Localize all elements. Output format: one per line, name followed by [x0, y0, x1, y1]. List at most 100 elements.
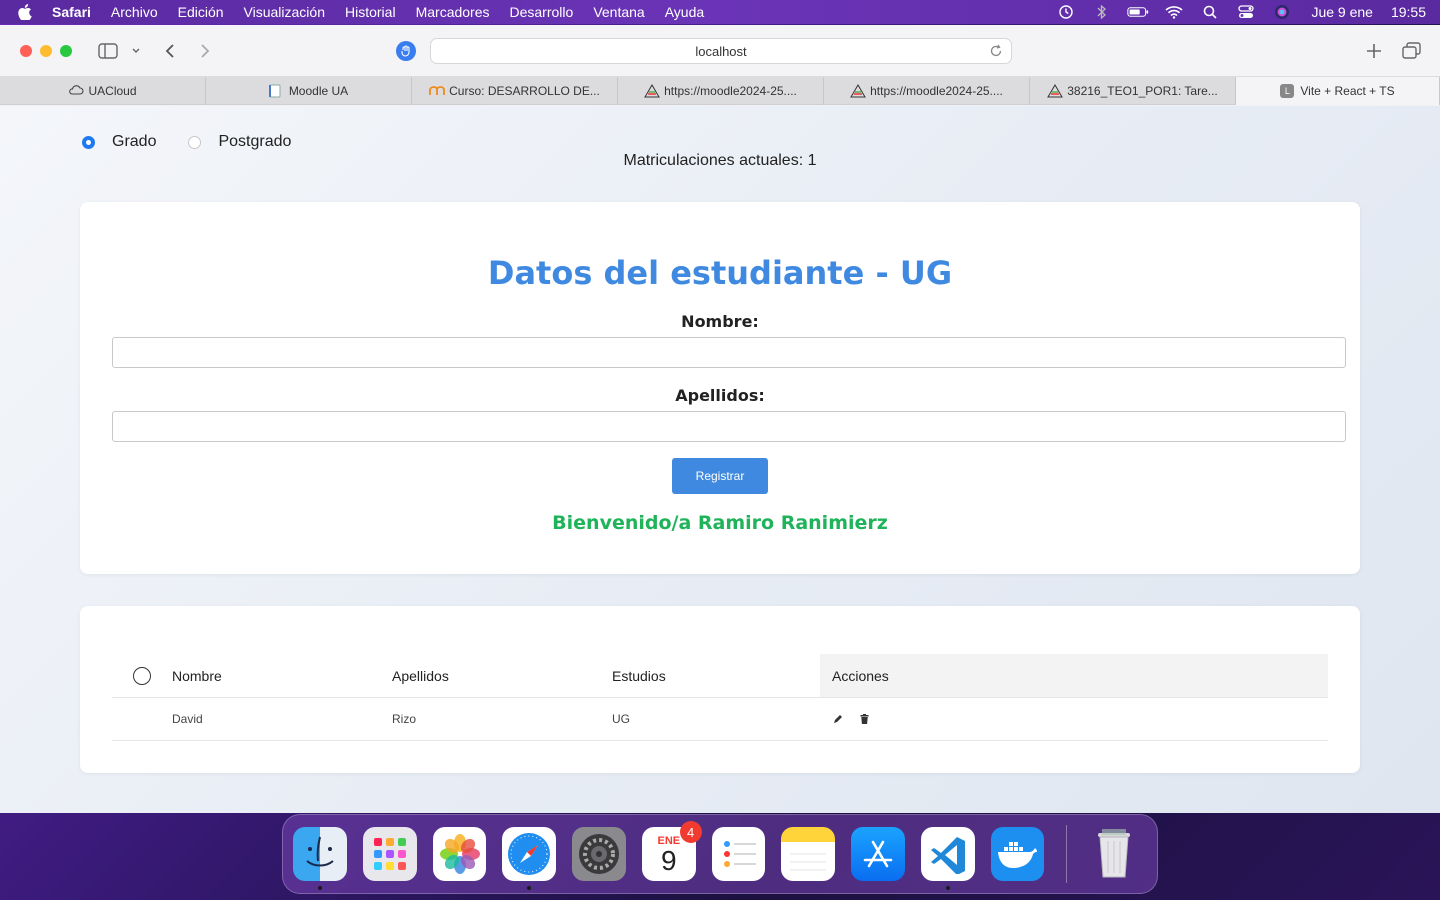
- apellidos-input[interactable]: [112, 411, 1346, 442]
- menu-historial[interactable]: Historial: [345, 4, 396, 20]
- bluetooth-icon[interactable]: [1091, 4, 1113, 20]
- dock-finder[interactable]: [293, 827, 347, 890]
- document-icon: [268, 84, 283, 98]
- menu-ayuda[interactable]: Ayuda: [665, 4, 704, 20]
- welcome-message: Bienvenido/a Ramiro Ranimierz: [552, 512, 888, 534]
- radio-grado-indicator[interactable]: [82, 135, 95, 149]
- running-indicator: [318, 886, 322, 890]
- running-indicator: [945, 886, 950, 890]
- dock-reminders[interactable]: [711, 827, 766, 881]
- cell-acciones: [820, 698, 1328, 740]
- privacy-shield-icon[interactable]: [396, 41, 416, 61]
- tab-label: UACloud: [88, 84, 137, 98]
- menu-edicion[interactable]: Edición: [178, 4, 224, 20]
- minimize-window-button[interactable]: [40, 44, 52, 57]
- menu-archivo[interactable]: Archivo: [111, 4, 158, 20]
- time-machine-icon[interactable]: [1055, 4, 1077, 20]
- dock-launchpad[interactable]: [363, 827, 417, 881]
- new-tab-button[interactable]: [1362, 39, 1386, 63]
- dock-photos[interactable]: [432, 827, 487, 881]
- back-button[interactable]: [158, 39, 182, 63]
- row-select-cell: [112, 698, 172, 740]
- gear-icon: [579, 834, 620, 874]
- cell-estudios: UG: [612, 712, 630, 726]
- window-controls: [20, 44, 72, 57]
- forward-button[interactable]: [193, 39, 217, 63]
- header-apellidos[interactable]: Apellidos: [392, 654, 612, 697]
- search-icon[interactable]: [1199, 4, 1221, 20]
- tab-overview-button[interactable]: [1400, 39, 1424, 63]
- nombre-input[interactable]: [112, 337, 1346, 368]
- compass-icon: [508, 833, 551, 875]
- vscode-icon: [930, 837, 965, 874]
- menubar-date[interactable]: Jue 9 ene: [1311, 4, 1373, 20]
- tab-moodle-2[interactable]: https://moodle2024-25....: [824, 77, 1030, 105]
- radio-postgrado-indicator[interactable]: [188, 135, 202, 149]
- menu-marcadores[interactable]: Marcadores: [416, 4, 490, 20]
- dock-app-store[interactable]: [851, 827, 905, 881]
- calendar-day: 9: [661, 845, 677, 876]
- page-content: Grado Postgrado Matriculaciones actuales…: [0, 106, 1440, 813]
- menubar-time[interactable]: 19:55: [1391, 4, 1426, 20]
- reminders-icon: [723, 841, 756, 867]
- dock-docker[interactable]: [990, 827, 1045, 881]
- siri-icon[interactable]: [1271, 4, 1293, 20]
- header-estudios[interactable]: Estudios: [612, 654, 820, 697]
- study-level-radio-group: Grado Postgrado: [82, 133, 323, 151]
- address-bar[interactable]: localhost: [430, 38, 1012, 64]
- dock-calendar[interactable]: ENE 9 4: [641, 821, 702, 881]
- dock-safari[interactable]: [502, 827, 557, 890]
- edit-icon[interactable]: [832, 713, 844, 725]
- table-row[interactable]: David Rizo UG: [112, 698, 1328, 741]
- sidebar-toggle-icon[interactable]: [96, 39, 120, 63]
- tab-uacloud[interactable]: UACloud: [0, 77, 206, 105]
- tab-curso-desarrollo[interactable]: Curso: DESARROLLO DE...: [412, 77, 618, 105]
- wifi-icon[interactable]: [1163, 4, 1185, 20]
- battery-icon[interactable]: [1127, 4, 1149, 20]
- apellidos-label: Apellidos:: [675, 386, 765, 405]
- address-text: localhost: [695, 43, 747, 59]
- chevron-down-icon[interactable]: [124, 39, 148, 63]
- reload-icon[interactable]: [989, 44, 1003, 58]
- tab-moodle-1[interactable]: https://moodle2024-25....: [618, 77, 824, 105]
- calendar-badge: 4: [679, 821, 702, 843]
- select-all-radio[interactable]: [133, 666, 151, 685]
- docker-whale-icon: [998, 842, 1038, 868]
- close-window-button[interactable]: [20, 44, 32, 57]
- tab-tarea[interactable]: 38216_TEO1_POR1: Tare...: [1030, 77, 1236, 105]
- radio-postgrado[interactable]: Postgrado: [188, 133, 291, 151]
- photos-icon: [439, 834, 480, 874]
- header-acciones: Acciones: [820, 654, 1328, 697]
- menu-visualizacion[interactable]: Visualización: [244, 4, 325, 20]
- apple-icon[interactable]: [18, 4, 34, 20]
- cell-apellidos: Rizo: [392, 712, 417, 726]
- students-table: Nombre Apellidos Estudios Acciones David…: [112, 654, 1328, 741]
- tab-label: https://moodle2024-25....: [664, 84, 797, 98]
- radio-grado[interactable]: Grado: [82, 133, 156, 151]
- finder-icon: [306, 836, 334, 867]
- trash-icon[interactable]: [858, 713, 870, 725]
- dock-vscode[interactable]: [920, 827, 975, 890]
- control-center-icon[interactable]: [1235, 4, 1257, 20]
- menu-app-name[interactable]: Safari: [52, 4, 91, 20]
- letter-l-icon: L: [1280, 84, 1295, 98]
- header-nombre[interactable]: Nombre: [172, 654, 392, 697]
- dock-separator: [1066, 825, 1068, 883]
- students-table-card: Nombre Apellidos Estudios Acciones David…: [80, 606, 1360, 773]
- trash-icon: [1098, 829, 1131, 878]
- maximize-window-button[interactable]: [60, 44, 72, 57]
- tab-moodle-ua[interactable]: Moodle UA: [206, 77, 412, 105]
- menu-bar: Safari Archivo Edición Visualización His…: [0, 0, 1440, 24]
- student-form-card: Datos del estudiante - UG Nombre: Apelli…: [80, 202, 1360, 574]
- registrar-button[interactable]: Registrar: [672, 458, 768, 494]
- dock-notes[interactable]: [781, 827, 836, 881]
- radio-postgrado-label[interactable]: Postgrado: [218, 133, 291, 151]
- menu-ventana[interactable]: Ventana: [593, 4, 644, 20]
- dock-trash[interactable]: [1087, 827, 1141, 881]
- radio-grado-label[interactable]: Grado: [112, 133, 156, 151]
- dock-system-settings[interactable]: [572, 827, 626, 881]
- notes-icon: [790, 853, 827, 871]
- menu-desarrollo[interactable]: Desarrollo: [510, 4, 574, 20]
- triangle-icon: [1047, 84, 1064, 98]
- tab-vite-react[interactable]: L Vite + React + TS: [1236, 77, 1440, 105]
